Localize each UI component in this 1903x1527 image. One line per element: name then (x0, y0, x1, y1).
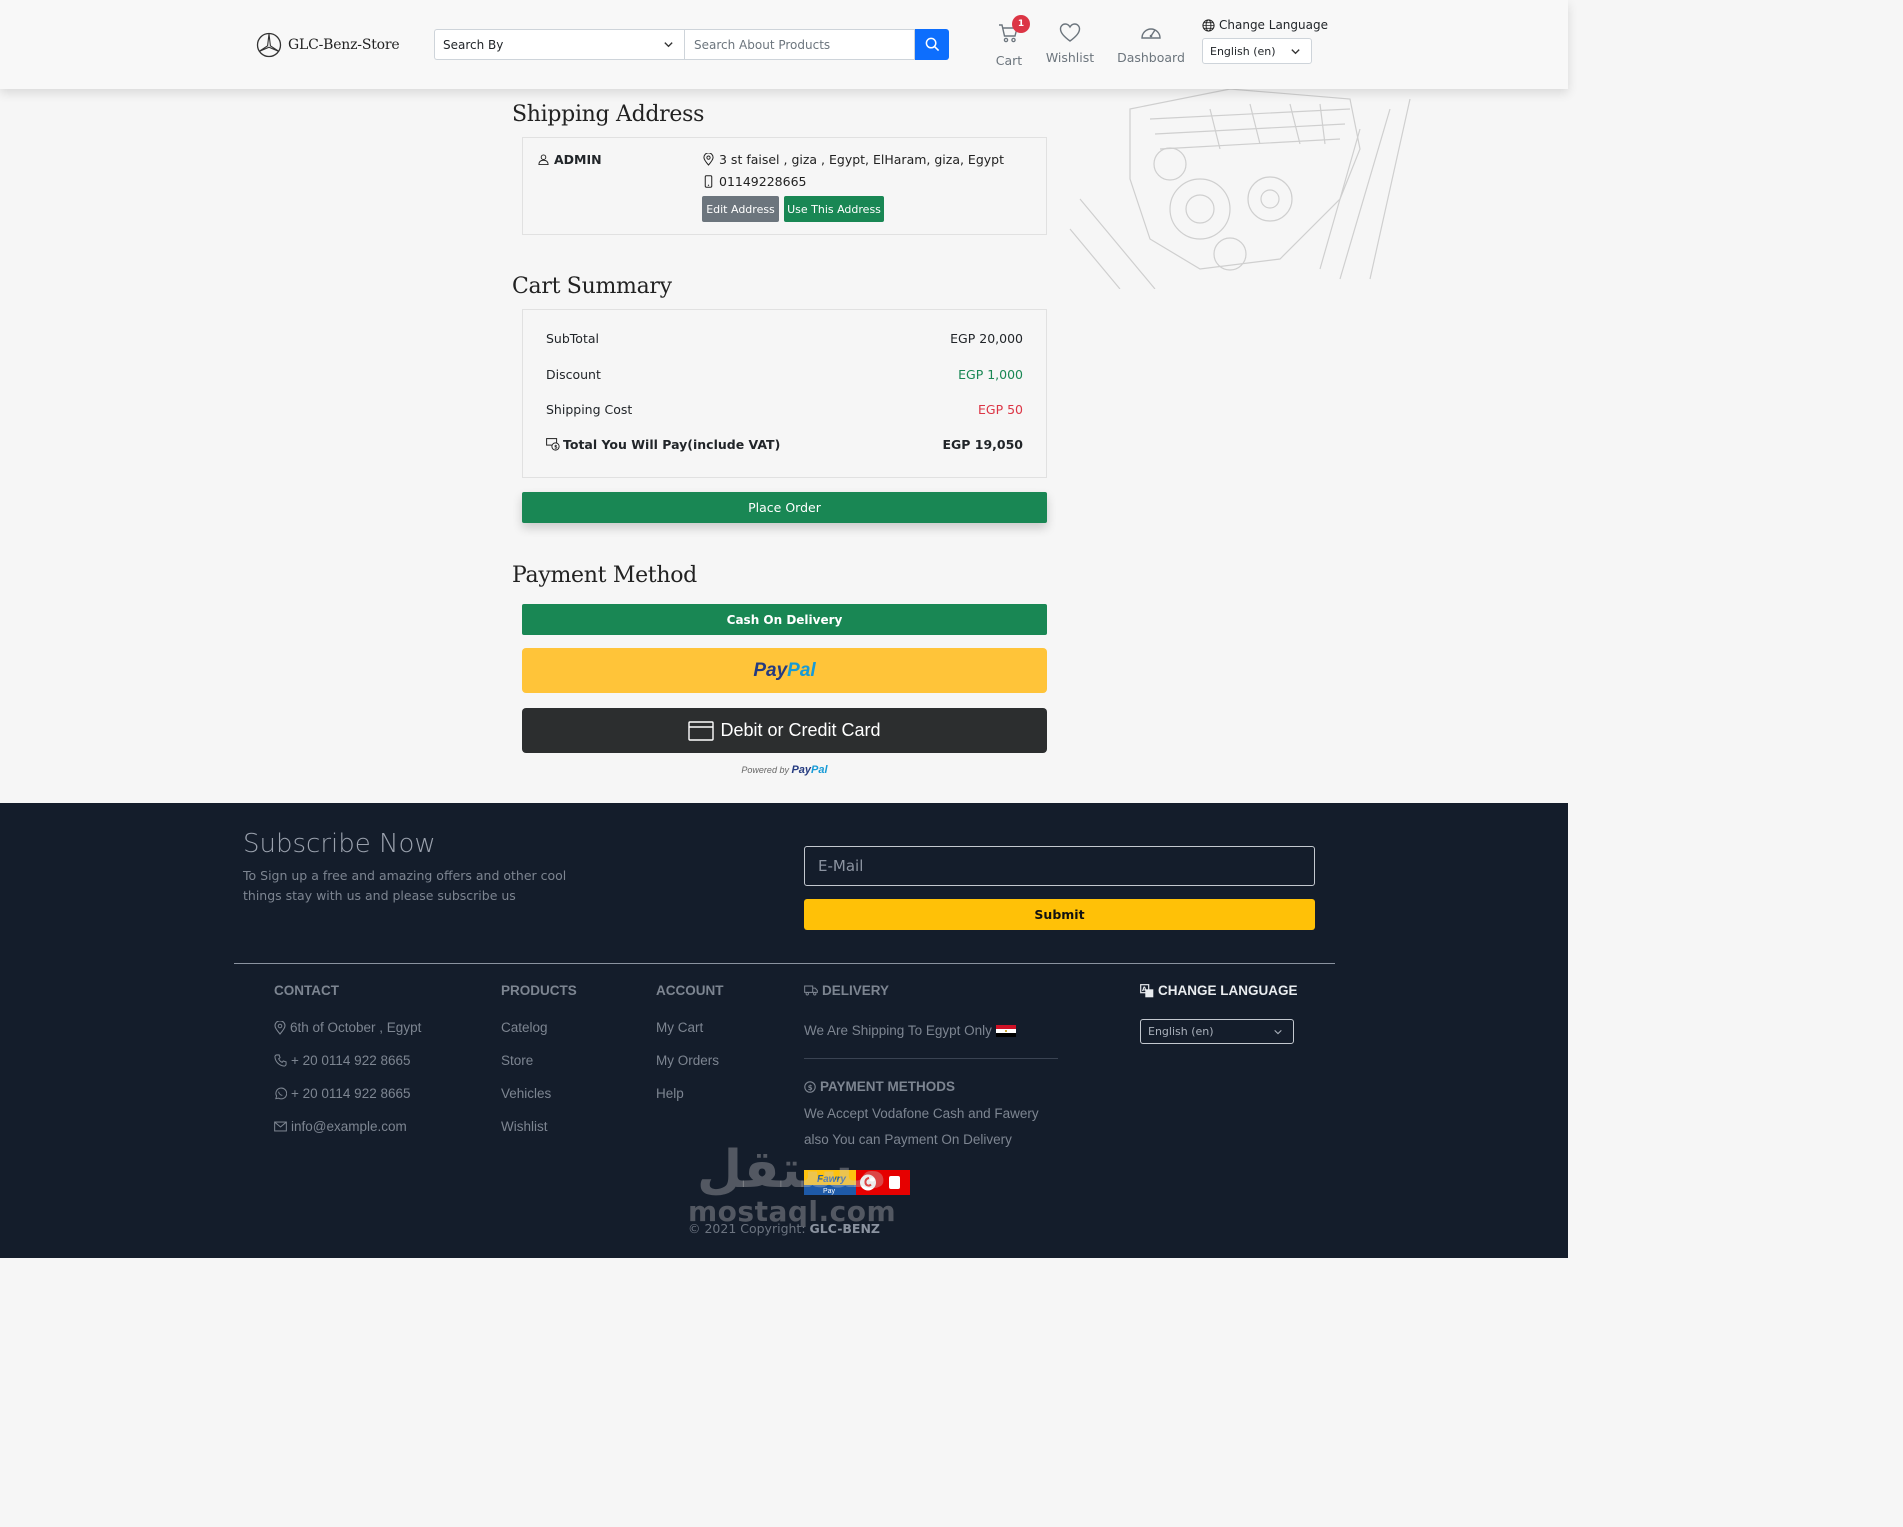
heart-icon (1059, 23, 1081, 42)
footer-language-select[interactable]: English (en) (1140, 1019, 1294, 1044)
place-order-button[interactable]: Place Order (522, 492, 1047, 523)
payment-methods-heading: $ PAYMENT METHODS (804, 1079, 955, 1094)
location-pin-icon (274, 1020, 286, 1035)
header: GLC-Benz-Store Search By Search About Pr… (0, 0, 1568, 89)
footer: Subscribe Now To Sign up a free and amaz… (0, 803, 1568, 1258)
shipping-address-title: Shipping Address (512, 102, 705, 127)
contact-location: 6th of October , Egypt (274, 1020, 421, 1035)
chevron-down-icon (1274, 1029, 1282, 1034)
search-by-label: Search By (443, 37, 504, 52)
wishlist-link[interactable]: Wishlist (1045, 22, 1095, 65)
dollar-coin-icon: $ (804, 1080, 816, 1093)
svg-text:$: $ (554, 444, 558, 450)
copyright-brand: GLC-BENZ (809, 1221, 880, 1236)
address-owner: ADMIN (538, 152, 602, 167)
language-select[interactable]: English (en) (1202, 38, 1312, 64)
mercedes-logo-icon (256, 32, 282, 58)
dashboard-label: Dashboard (1117, 50, 1185, 65)
engine-illustration-icon (1069, 89, 1411, 289)
contact-heading: CONTACT (274, 983, 339, 998)
edit-address-button[interactable]: Edit Address (702, 196, 779, 222)
contact-email[interactable]: info@example.com (274, 1119, 407, 1134)
user-icon (538, 154, 549, 165)
truck-icon (804, 985, 818, 996)
cart-count-badge: 1 (1012, 15, 1030, 33)
footer-link-store[interactable]: Store (501, 1053, 533, 1068)
search-icon (925, 37, 939, 52)
total-row: $ Total You Will Pay(include VAT) EGP 19… (546, 437, 1023, 452)
payment-method-title: Payment Method (512, 563, 697, 588)
brand-name: GLC-Benz-Store (288, 37, 400, 53)
footer-change-language-heading: A CHANGE LANGUAGE (1140, 983, 1298, 998)
footer-link-help[interactable]: Help (656, 1086, 684, 1101)
copyright: © 2021 Copyright: GLC-BENZ (687, 1221, 880, 1236)
cart-summary-card: SubTotal EGP 20,000 Discount EGP 1,000 S… (522, 309, 1047, 478)
payment-methods-line1: We Accept Vodafone Cash and Fawery (804, 1106, 1039, 1121)
speedometer-icon (1141, 28, 1161, 39)
cash-coin-icon: $ (546, 438, 560, 451)
envelope-icon (274, 1121, 287, 1132)
address-line: 3 st faisel , giza , Egypt, ElHaram, giz… (703, 152, 1004, 167)
footer-link-wishlist[interactable]: Wishlist (501, 1119, 548, 1134)
contact-whatsapp[interactable]: + 20 0114 922 8665 (274, 1086, 411, 1101)
chevron-down-icon (1291, 48, 1300, 54)
svg-text:$: $ (808, 1083, 813, 1091)
whatsapp-icon (275, 1087, 287, 1100)
paypal-button[interactable]: Pay Pal (522, 648, 1047, 693)
cart-label: Cart (995, 53, 1023, 68)
email-input[interactable]: E-Mail (804, 846, 1315, 886)
cash-on-delivery-button[interactable]: Cash On Delivery (522, 604, 1047, 635)
svg-text:A: A (1142, 986, 1147, 993)
paypal-logo-pay: Pay (753, 659, 788, 681)
footer-divider (234, 963, 1335, 964)
subscribe-text: To Sign up a free and amazing offers and… (243, 868, 567, 903)
search-input[interactable]: Search About Products (684, 29, 915, 60)
dashboard-link[interactable]: Dashboard (1117, 22, 1185, 65)
footer-link-my-orders[interactable]: My Orders (656, 1053, 719, 1068)
submit-button[interactable]: Submit (804, 899, 1315, 930)
credit-card-icon (688, 720, 715, 741)
subscribe-title: Subscribe Now (243, 829, 436, 859)
mostaql-watermark: مستقل mostaql.com (688, 1140, 897, 1228)
debit-credit-card-button[interactable]: Debit or Credit Card (522, 708, 1047, 753)
wishlist-label: Wishlist (1045, 50, 1095, 65)
location-pin-icon (703, 153, 714, 166)
account-heading: ACCOUNT (656, 983, 724, 998)
phone-line: 01149228665 (703, 174, 806, 189)
search-placeholder: Search About Products (694, 37, 831, 52)
search-bar: Search By Search About Products (434, 29, 949, 60)
language-switcher: Change Language English (en) (1202, 18, 1328, 64)
phone-icon (274, 1054, 287, 1067)
delivery-text: We Are Shipping To Egypt Only (804, 1023, 1020, 1038)
globe-icon (1202, 18, 1215, 32)
contact-phone[interactable]: + 20 0114 922 8665 (274, 1053, 411, 1068)
egypt-flag-icon (995, 1024, 1016, 1037)
use-this-address-button[interactable]: Use This Address (784, 196, 884, 222)
chevron-down-icon (664, 42, 673, 48)
discount-row: Discount EGP 1,000 (546, 367, 1023, 382)
subtotal-row: SubTotal EGP 20,000 (546, 331, 1023, 346)
shipping-cost-row: Shipping Cost EGP 50 (546, 402, 1023, 417)
cart-link[interactable]: 1 Cart (993, 15, 1030, 68)
translate-icon: A (1140, 983, 1154, 997)
search-button[interactable] (915, 29, 949, 60)
cart-summary-title: Cart Summary (512, 274, 672, 299)
products-heading: PRODUCTS (501, 983, 577, 998)
footer-link-catelog[interactable]: Catelog (501, 1020, 548, 1035)
footer-link-vehicles[interactable]: Vehicles (501, 1086, 551, 1101)
paypal-logo-pal: Pal (787, 659, 816, 681)
mobile-phone-icon (704, 175, 713, 188)
shipping-address-card: ADMIN 3 st faisel , giza , Egypt, ElHara… (522, 137, 1047, 235)
delivery-heading: DELIVERY (804, 983, 889, 998)
powered-by-paypal: Powered by PayPal (741, 764, 828, 776)
search-by-select[interactable]: Search By (434, 29, 684, 60)
delivery-separator (804, 1058, 1058, 1059)
brand[interactable]: GLC-Benz-Store (256, 32, 400, 58)
change-language-title: Change Language (1202, 18, 1328, 32)
footer-link-my-cart[interactable]: My Cart (656, 1020, 703, 1035)
